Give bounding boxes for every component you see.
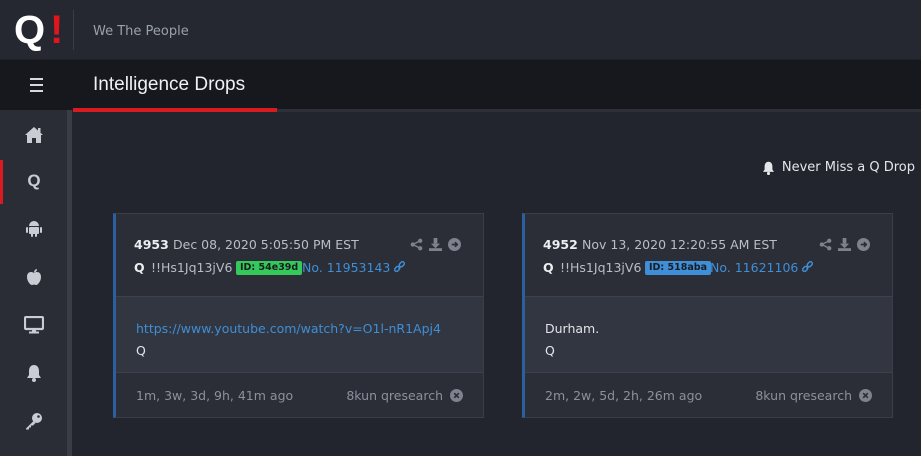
key-icon [26, 413, 42, 430]
open-arrow-icon[interactable] [448, 236, 461, 255]
drop-body: Durham. Q [525, 296, 892, 373]
android-icon [26, 221, 42, 237]
drop-body-text: Durham. [545, 321, 600, 336]
sidebar-item-desktop[interactable] [0, 302, 68, 348]
drop-number: 4952 [543, 237, 578, 252]
drop-body-link[interactable]: https://www.youtube.com/watch?v=O1l-nR1A… [136, 321, 441, 336]
download-icon[interactable] [429, 236, 442, 255]
hamburger-icon[interactable] [0, 60, 72, 110]
share-icon[interactable] [410, 236, 423, 255]
page-title: Intelligence Drops [93, 74, 246, 95]
drop-date: Dec 08, 2020 5:05:50 PM EST [173, 237, 359, 252]
sidebar-item-home[interactable] [0, 112, 68, 158]
drop-footer: 1m, 3w, 3d, 9h, 41m ago 8kun qresearch [116, 373, 483, 417]
drop-date: Nov 13, 2020 12:20:55 AM EST [582, 237, 777, 252]
close-circle-icon[interactable] [859, 389, 872, 402]
id-badge: ID: 54e39d [236, 261, 303, 275]
share-icon[interactable] [819, 236, 832, 255]
drop-age: 2m, 2w, 5d, 2h, 26m ago [545, 388, 703, 403]
drop-card: 4953 Dec 08, 2020 5:05:50 PM EST Q !!Hs1… [113, 213, 484, 418]
logo-mark: ! [50, 8, 64, 52]
sidebar-edge [68, 110, 72, 456]
drop-number: 4953 [134, 237, 169, 252]
drop-footer: 2m, 2w, 5d, 2h, 26m ago 8kun qresearch [525, 373, 892, 417]
post-number-label: No. 11953143 [302, 260, 391, 275]
close-circle-icon[interactable] [450, 389, 463, 402]
header-divider [73, 10, 74, 50]
sidebar-item-q[interactable]: Q [0, 158, 68, 204]
drop-source-label: 8kun qresearch [755, 388, 852, 403]
apple-icon [27, 269, 41, 285]
link-icon [802, 261, 814, 273]
drop-tripcode: !!Hs1Jq13jV6 [151, 260, 233, 275]
q-icon: Q [27, 171, 41, 190]
post-number-link[interactable]: No. 11621106 [710, 260, 814, 275]
sidebar-item-android[interactable] [0, 206, 68, 252]
sidebar-item-apple[interactable] [0, 254, 68, 300]
drop-header: 4952 Nov 13, 2020 12:20:55 AM EST Q !!Hs… [525, 214, 892, 296]
download-icon[interactable] [838, 236, 851, 255]
drop-header: 4953 Dec 08, 2020 5:05:50 PM EST Q !!Hs1… [116, 214, 483, 296]
bell-icon [27, 365, 41, 382]
sidebar: Q [0, 110, 68, 456]
drop-source-label: 8kun qresearch [346, 388, 443, 403]
never-miss-link[interactable]: Never Miss a Q Drop [762, 160, 915, 175]
sidebar-item-login[interactable] [0, 398, 68, 444]
id-badge: ID: 518aba [645, 261, 711, 275]
drop-body-signature: Q [136, 343, 146, 358]
title-bar: Intelligence Drops [0, 60, 921, 110]
drop-body: https://www.youtube.com/watch?v=O1l-nR1A… [116, 296, 483, 373]
drop-actions [819, 236, 870, 255]
drop-body-signature: Q [545, 343, 555, 358]
open-arrow-icon[interactable] [857, 236, 870, 255]
link-icon [394, 261, 406, 273]
top-header: Q ! We The People [0, 0, 921, 60]
sidebar-item-notifications[interactable] [0, 350, 68, 396]
drop-card: 4952 Nov 13, 2020 12:20:55 AM EST Q !!Hs… [522, 213, 893, 418]
drop-source: 8kun qresearch [755, 388, 872, 403]
monitor-icon [24, 316, 44, 334]
drop-source: 8kun qresearch [346, 388, 463, 403]
drop-age: 1m, 3w, 3d, 9h, 41m ago [136, 388, 294, 403]
bell-icon [762, 161, 774, 175]
logo-letter: Q [14, 8, 45, 52]
never-miss-label: Never Miss a Q Drop [781, 160, 915, 175]
drop-author: Q [543, 260, 554, 275]
title-underline [73, 108, 277, 112]
site-logo[interactable]: Q ! [14, 8, 63, 52]
home-icon [25, 127, 43, 143]
title-divider [277, 109, 921, 112]
post-number-label: No. 11621106 [710, 260, 799, 275]
post-number-link[interactable]: No. 11953143 [302, 260, 406, 275]
drop-actions [410, 236, 461, 255]
drop-author: Q [134, 260, 145, 275]
drop-tripcode: !!Hs1Jq13jV6 [560, 260, 642, 275]
site-tagline: We The People [93, 24, 189, 39]
